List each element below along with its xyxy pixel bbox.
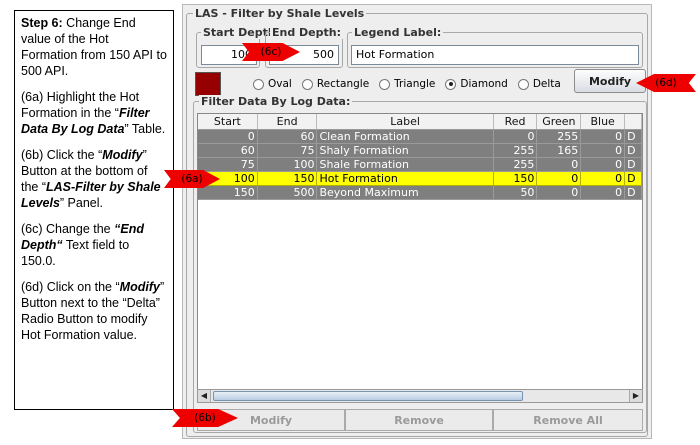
- cell-blue: 0: [581, 130, 626, 144]
- instruction-6a: (6a) Highlight the Hot Formation in the …: [21, 90, 166, 136]
- col-end[interactable]: End: [258, 114, 318, 129]
- cell-green: 0: [537, 186, 582, 200]
- end-depth-label: End Depth:: [270, 26, 344, 39]
- cell-extra: D: [625, 144, 642, 158]
- radio-diamond[interactable]: Diamond: [445, 78, 508, 90]
- color-swatch[interactable]: [195, 72, 221, 96]
- col-label[interactable]: Label: [317, 114, 494, 129]
- cell-end: 100: [257, 158, 318, 172]
- radio-triangle[interactable]: Triangle: [379, 78, 435, 90]
- radio-circle-selected: [445, 78, 457, 90]
- cell-extra: D: [625, 186, 642, 200]
- cell-extra: D: [625, 130, 642, 144]
- table-row[interactable]: 150 500 Beyond Maximum 50 0 0 D: [198, 186, 642, 200]
- cell-red: 0: [493, 130, 538, 144]
- instruction-6c: (6c) Change the “End Depth“ Text field t…: [21, 222, 144, 268]
- col-red[interactable]: Red: [494, 114, 538, 129]
- step-label: Step 6:: [21, 16, 63, 30]
- shape-radio-group: Oval Rectangle Triangle Diamond Delta: [253, 78, 561, 90]
- table-row-selected[interactable]: 100 150 Hot Formation 150 0 0 D: [198, 172, 642, 186]
- cell-label: Clean Formation: [317, 130, 494, 144]
- col-start[interactable]: Start: [198, 114, 258, 129]
- cell-end: 75: [257, 144, 318, 158]
- filter-data-table: Start End Label Red Green Blue 0 60 Clean …: [197, 113, 643, 403]
- radio-circle: [253, 78, 264, 90]
- radio-circle: [301, 78, 313, 90]
- cell-green: 0: [537, 172, 582, 186]
- radio-circle: [379, 78, 391, 90]
- cell-blue: 0: [581, 172, 626, 186]
- scroll-thumb[interactable]: [213, 391, 523, 401]
- instruction-6b: (6b) Click the “Modify” Button at the bo…: [21, 148, 161, 210]
- radio-rectangle[interactable]: Rectangle: [301, 78, 369, 90]
- cell-green: 255: [537, 130, 582, 144]
- cell-start: 0: [198, 130, 258, 144]
- cell-red: 50: [493, 186, 538, 200]
- cell-green: 0: [537, 158, 582, 172]
- radio-delta[interactable]: Delta: [517, 78, 561, 90]
- las-filter-panel: LAS - Filter by Shale Levels Start Depth…: [182, 4, 652, 439]
- table-row[interactable]: 75 100 Shale Formation 255 0 0 D: [198, 158, 642, 172]
- modify-button-top[interactable]: Modify: [574, 69, 646, 93]
- remove-button[interactable]: Remove: [345, 409, 493, 431]
- table-header: Start End Label Red Green Blue: [198, 114, 642, 130]
- col-extra[interactable]: [625, 114, 642, 129]
- scroll-right-icon[interactable]: ▶: [629, 390, 642, 402]
- scroll-left-icon[interactable]: ◀: [198, 390, 211, 402]
- cell-label: Shale Formation: [317, 158, 494, 172]
- instruction-6d: (6d) Click on the “Modify” Button next t…: [21, 280, 165, 342]
- table-row[interactable]: 60 75 Shaly Formation 255 165 0 D: [198, 144, 642, 158]
- filter-data-title: Filter Data By Log Data:: [199, 95, 353, 108]
- cell-extra: D: [625, 172, 642, 186]
- step-paragraph: Step 6: Change End value of the Hot Form…: [21, 15, 167, 79]
- cell-label: Beyond Maximum: [317, 186, 494, 200]
- col-blue[interactable]: Blue: [581, 114, 626, 129]
- cell-blue: 0: [581, 144, 626, 158]
- cell-end: 500: [257, 186, 318, 200]
- panel-title: LAS - Filter by Shale Levels: [193, 7, 367, 20]
- cell-green: 165: [537, 144, 582, 158]
- cell-red: 255: [493, 158, 538, 172]
- cell-red: 150: [493, 172, 538, 186]
- col-green[interactable]: Green: [537, 114, 582, 129]
- cell-label: Hot Formation: [317, 172, 494, 186]
- cell-end: 60: [257, 130, 318, 144]
- cell-blue: 0: [581, 158, 626, 172]
- cell-extra: D: [625, 158, 642, 172]
- table-body: 0 60 Clean Formation 0 255 0 D 60 75 Shaly Format…: [198, 130, 642, 200]
- legend-label-title: Legend Label:: [352, 26, 444, 39]
- instruction-box: Step 6: Change End value of the Hot Form…: [14, 10, 174, 410]
- cell-end: 150: [257, 172, 318, 186]
- radio-oval[interactable]: Oval: [253, 78, 292, 90]
- table-row[interactable]: 0 60 Clean Formation 0 255 0 D: [198, 130, 642, 144]
- cell-label: Shaly Formation: [317, 144, 494, 158]
- cell-start: 60: [198, 144, 258, 158]
- horizontal-scrollbar[interactable]: ◀ ▶: [197, 389, 643, 403]
- remove-all-button[interactable]: Remove All: [493, 409, 643, 431]
- radio-circle: [517, 78, 529, 90]
- cell-start: 150: [198, 186, 258, 200]
- cell-start: 75: [198, 158, 258, 172]
- legend-label-field[interactable]: Hot Formation: [351, 45, 639, 65]
- cell-blue: 0: [581, 186, 626, 200]
- cell-red: 255: [493, 144, 538, 158]
